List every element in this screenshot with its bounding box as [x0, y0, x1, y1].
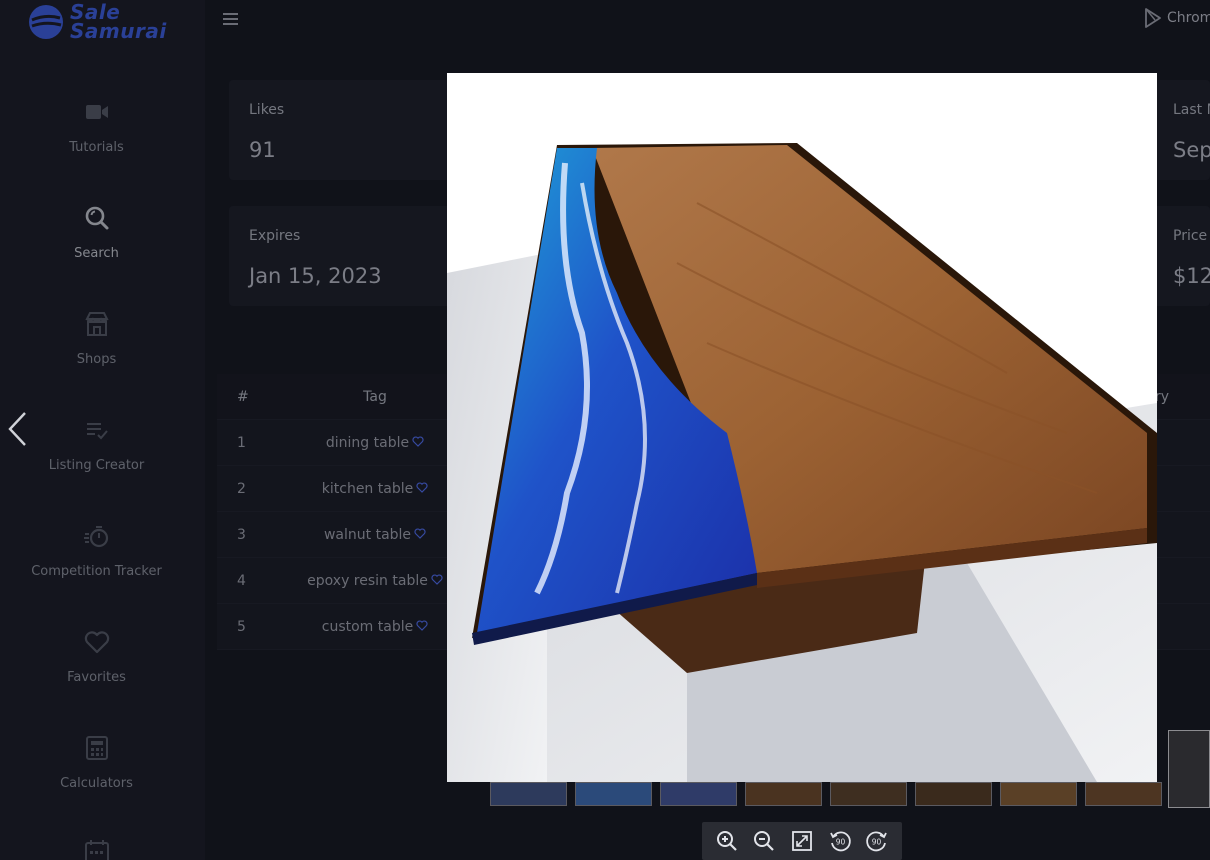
thumbnail[interactable] — [1000, 782, 1077, 806]
thumbnail[interactable] — [745, 782, 822, 806]
thumbnail[interactable] — [830, 782, 907, 806]
rotate-left-icon[interactable]: 90 — [828, 829, 852, 853]
thumbnail[interactable] — [660, 782, 737, 806]
image-viewer-toolbar: 90 90 — [702, 822, 902, 860]
rotate-right-label: 90 — [872, 838, 882, 847]
fullscreen-icon[interactable] — [790, 829, 814, 853]
zoom-out-icon[interactable] — [752, 829, 776, 853]
product-image[interactable] — [447, 73, 1157, 782]
thumbnail[interactable] — [575, 782, 652, 806]
thumbnail[interactable] — [1168, 730, 1210, 808]
rotate-left-label: 90 — [835, 838, 845, 847]
chevron-left-icon[interactable] — [6, 410, 28, 448]
thumbnail[interactable] — [915, 782, 992, 806]
thumbnail[interactable] — [1085, 782, 1162, 806]
zoom-in-icon[interactable] — [715, 829, 739, 853]
thumbnail-strip — [488, 782, 1210, 808]
rotate-right-icon[interactable]: 90 — [865, 829, 889, 853]
table-photo-illustration — [447, 143, 1157, 782]
thumbnail[interactable] — [490, 782, 567, 806]
